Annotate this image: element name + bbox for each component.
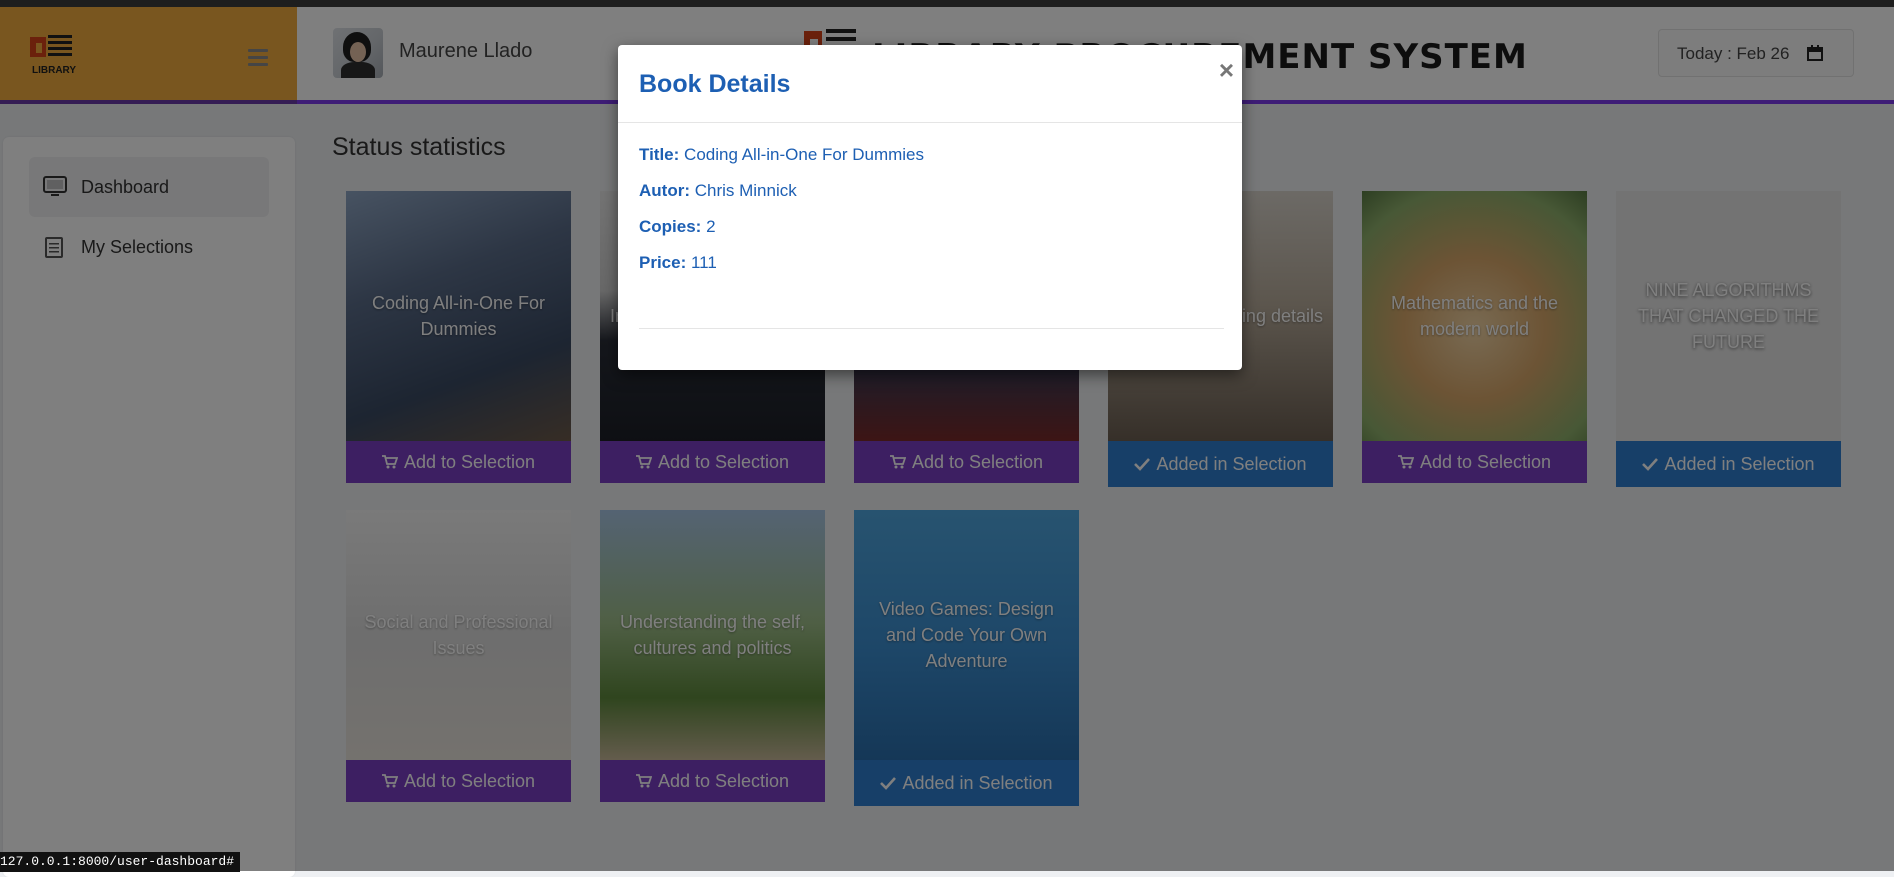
detail-value: 2	[706, 217, 716, 236]
detail-row-copies: Copies: 2	[639, 217, 1221, 253]
detail-value: Coding All-in-One For Dummies	[684, 145, 925, 164]
modal-footer-divider	[639, 328, 1224, 329]
detail-label: Copies:	[639, 217, 702, 236]
detail-label: Price:	[639, 253, 687, 272]
book-details-modal: Book Details × Title: Coding All-in-One …	[618, 45, 1242, 370]
modal-header: Book Details ×	[618, 45, 1242, 123]
detail-label: Title:	[639, 145, 680, 164]
detail-label: Autor:	[639, 181, 690, 200]
modal-body: Title: Coding All-in-One For Dummies Aut…	[618, 123, 1242, 289]
detail-row-price: Price: 111	[639, 253, 1221, 289]
close-icon[interactable]: ×	[1219, 55, 1234, 86]
detail-value: 111	[690, 253, 717, 272]
detail-row-author: Autor: Chris Minnick	[639, 181, 1221, 217]
detail-value: Chris Minnick	[694, 181, 797, 200]
detail-row-title: Title: Coding All-in-One For Dummies	[639, 145, 1221, 181]
status-bar-url: 127.0.0.1:8000/user-dashboard#	[0, 852, 241, 872]
modal-title: Book Details	[639, 70, 791, 98]
